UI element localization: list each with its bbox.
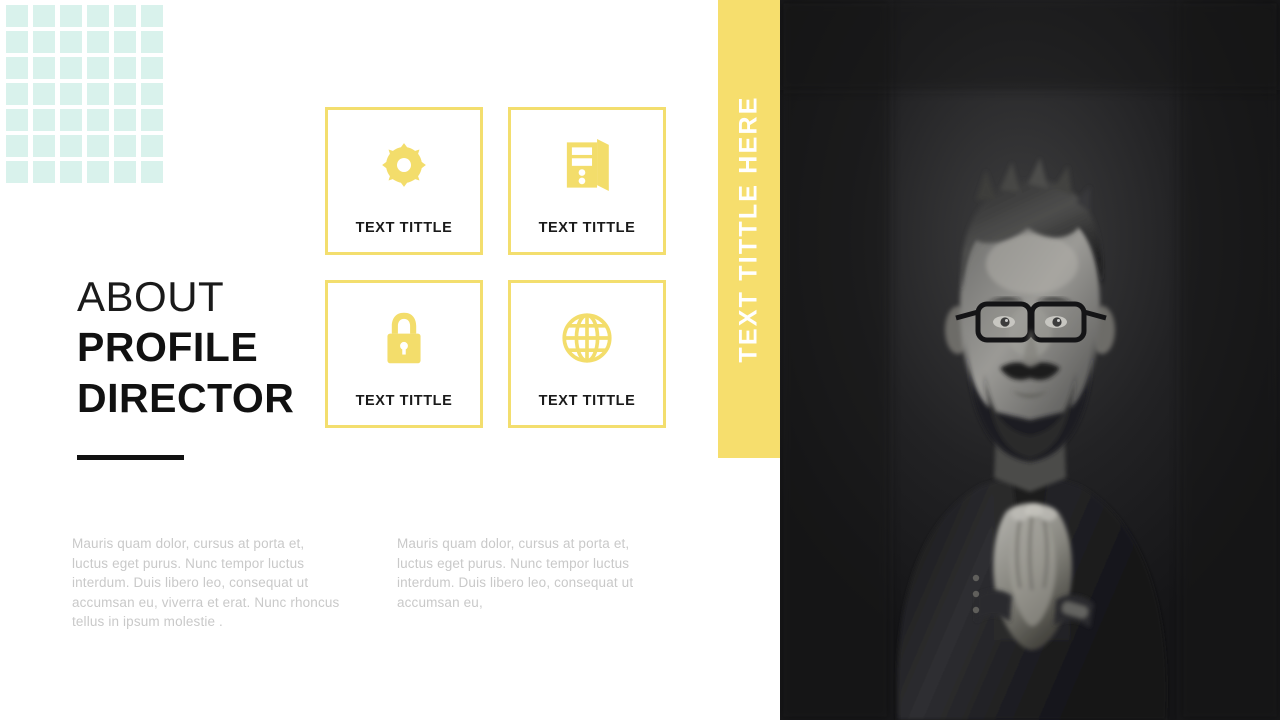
dot-cell	[114, 83, 136, 105]
feature-card-lock[interactable]: TEXT TITTLE	[325, 280, 483, 428]
dot-cell	[6, 135, 28, 157]
feature-card-server[interactable]: TEXT TITTLE	[508, 107, 666, 255]
dot-cell	[87, 109, 109, 131]
feature-label: TEXT TITTLE	[355, 220, 453, 236]
dot-cell	[60, 161, 82, 183]
feature-card-grid: TEXT TITTLE TEXT TITTLE TEXT TITTLE TEXT…	[325, 107, 666, 428]
feature-label: TEXT TITTLE	[538, 393, 636, 409]
feature-card-globe[interactable]: TEXT TITTLE	[508, 280, 666, 428]
dot-cell	[87, 5, 109, 27]
dot-cell	[141, 5, 163, 27]
side-banner: TEXT TITTLE HERE	[718, 0, 780, 458]
slide-canvas: ABOUT PROFILE DIRECTOR Mauris quam dolor…	[0, 0, 1280, 720]
dot-grid-pattern	[6, 5, 167, 187]
dot-cell	[6, 31, 28, 53]
body-paragraph-left: Mauris quam dolor, cursus at porta et, l…	[72, 536, 340, 629]
dot-cell	[87, 83, 109, 105]
dot-cell	[33, 135, 55, 157]
dot-cell	[114, 135, 136, 157]
globe-icon	[561, 309, 613, 367]
gear-icon	[379, 136, 429, 194]
feature-card-gear[interactable]: TEXT TITTLE	[325, 107, 483, 255]
dot-cell	[114, 5, 136, 27]
side-banner-label: TEXT TITTLE HERE	[734, 95, 763, 363]
dot-cell	[87, 161, 109, 183]
dot-cell	[141, 57, 163, 79]
dot-cell	[60, 135, 82, 157]
body-paragraph-right: Mauris quam dolor, cursus at porta et, l…	[397, 536, 634, 610]
dot-cell	[60, 57, 82, 79]
title-underline-rule	[77, 455, 184, 460]
dot-cell	[141, 135, 163, 157]
dot-cell	[87, 135, 109, 157]
lock-icon	[383, 309, 425, 367]
dot-cell	[114, 109, 136, 131]
dot-cell	[141, 31, 163, 53]
dot-cell	[114, 31, 136, 53]
dot-cell	[33, 161, 55, 183]
feature-label: TEXT TITTLE	[538, 220, 636, 236]
dot-cell	[33, 57, 55, 79]
dot-cell	[33, 109, 55, 131]
dot-cell	[114, 161, 136, 183]
dot-cell	[141, 83, 163, 105]
dot-cell	[141, 109, 163, 131]
dot-cell	[33, 5, 55, 27]
dot-cell	[6, 57, 28, 79]
dot-cell	[6, 83, 28, 105]
dot-cell	[114, 57, 136, 79]
dot-cell	[33, 31, 55, 53]
dot-cell	[60, 83, 82, 105]
portrait-photo	[780, 0, 1280, 720]
dot-cell	[87, 57, 109, 79]
dot-cell	[6, 5, 28, 27]
dot-cell	[6, 109, 28, 131]
dot-cell	[87, 31, 109, 53]
dot-cell	[60, 31, 82, 53]
dot-cell	[60, 109, 82, 131]
dot-cell	[33, 83, 55, 105]
server-tower-icon	[565, 136, 609, 194]
feature-label: TEXT TITTLE	[355, 393, 453, 409]
dot-cell	[6, 161, 28, 183]
dot-cell	[141, 161, 163, 183]
dot-cell	[60, 5, 82, 27]
